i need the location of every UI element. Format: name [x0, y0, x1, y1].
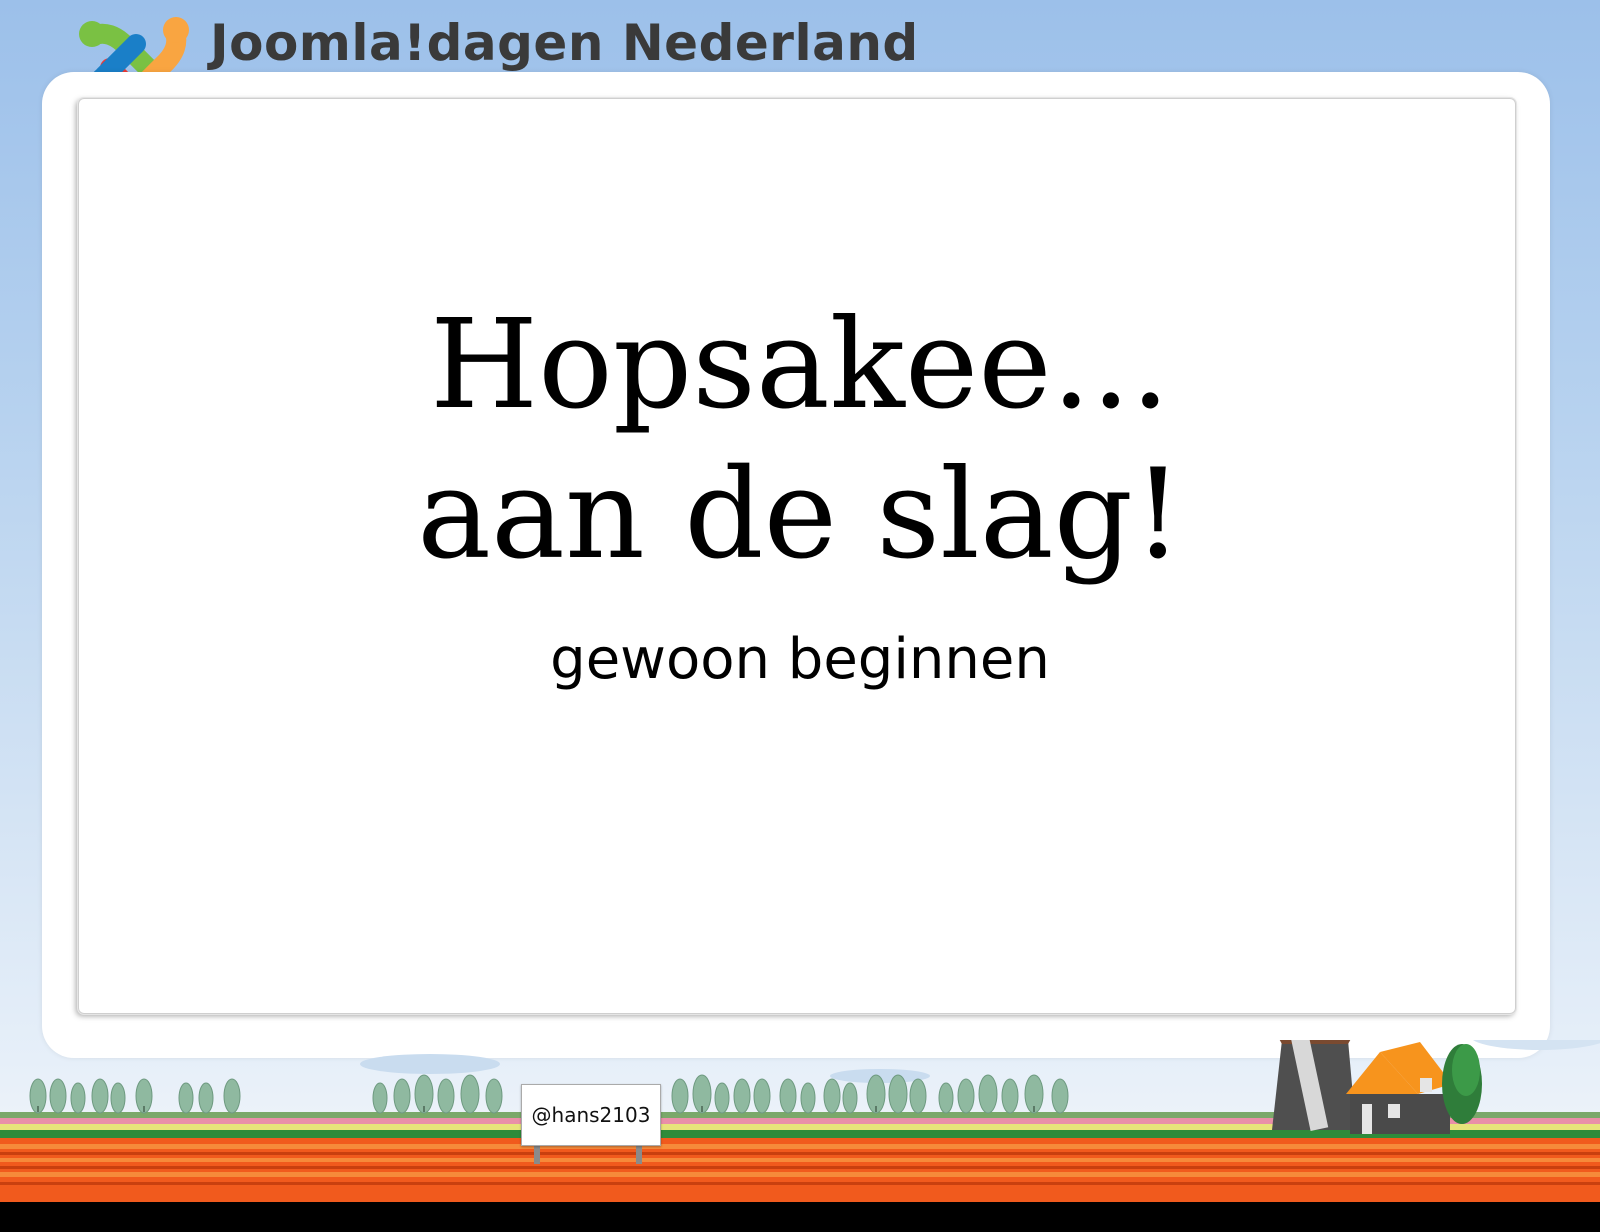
headline-line-2: aan de slag!	[417, 443, 1183, 587]
twitter-handle: @hans2103	[531, 1103, 651, 1127]
twitter-handle-billboard: @hans2103	[521, 1084, 661, 1146]
headline-line-1: Hopsakee...	[430, 293, 1170, 437]
landscape-illustration	[0, 1040, 1600, 1202]
slide-headline: Hopsakee... aan de slag!	[0, 290, 1600, 590]
slide-canvas: Joomla!dagen Nederland Hopsakee... aan d…	[0, 0, 1600, 1202]
brand-title: Joomla!dagen Nederland	[210, 14, 919, 72]
slide-subtitle: gewoon beginnen	[550, 627, 1050, 692]
